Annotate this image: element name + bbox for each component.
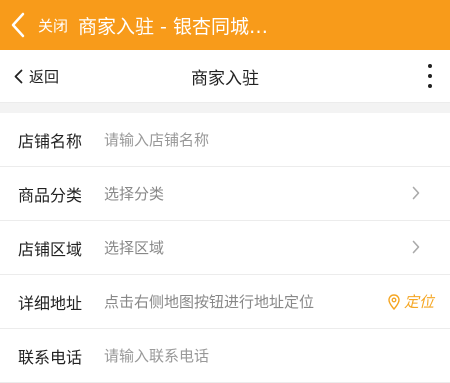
close-link[interactable]: 关闭 (38, 15, 68, 36)
region-label: 店铺区域 (18, 239, 83, 259)
nav-bar: 返回 商家入驻 (0, 50, 450, 103)
category-label: 商品分类 (18, 185, 83, 205)
page-title: 商家入驻 (191, 68, 259, 89)
store-name-row: 店铺名称 (0, 113, 450, 167)
phone-label: 联系电话 (18, 347, 83, 367)
chevron-left-icon (14, 69, 23, 83)
top-bar: 关闭 商家入驻 - 银杏同城… (0, 0, 450, 50)
back-label: 返回 (29, 67, 60, 86)
back-button[interactable]: 返回 (14, 66, 59, 87)
locate-button[interactable]: 定位 (388, 275, 434, 328)
address-row: 详细地址 点击右侧地图按钮进行地址定位 定位 (0, 275, 450, 329)
more-vertical-icon[interactable] (424, 64, 436, 88)
chevron-right-icon (412, 186, 420, 200)
phone-input[interactable] (104, 346, 450, 365)
category-select[interactable]: 选择分类 (104, 183, 450, 204)
store-name-label: 店铺名称 (18, 131, 83, 151)
address-label: 详细地址 (18, 293, 83, 313)
section-divider (0, 103, 450, 113)
location-pin-icon (388, 293, 400, 310)
store-name-input[interactable] (104, 130, 450, 149)
chevron-right-icon (412, 240, 420, 254)
window-title: 商家入驻 - 银杏同城… (78, 15, 268, 38)
region-row[interactable]: 店铺区域 选择区域 (0, 221, 450, 275)
category-row[interactable]: 商品分类 选择分类 (0, 167, 450, 221)
phone-row: 联系电话 (0, 329, 450, 383)
locate-label: 定位 (403, 293, 434, 311)
region-select[interactable]: 选择区域 (104, 237, 450, 258)
back-arrow-icon[interactable] (0, 0, 36, 50)
